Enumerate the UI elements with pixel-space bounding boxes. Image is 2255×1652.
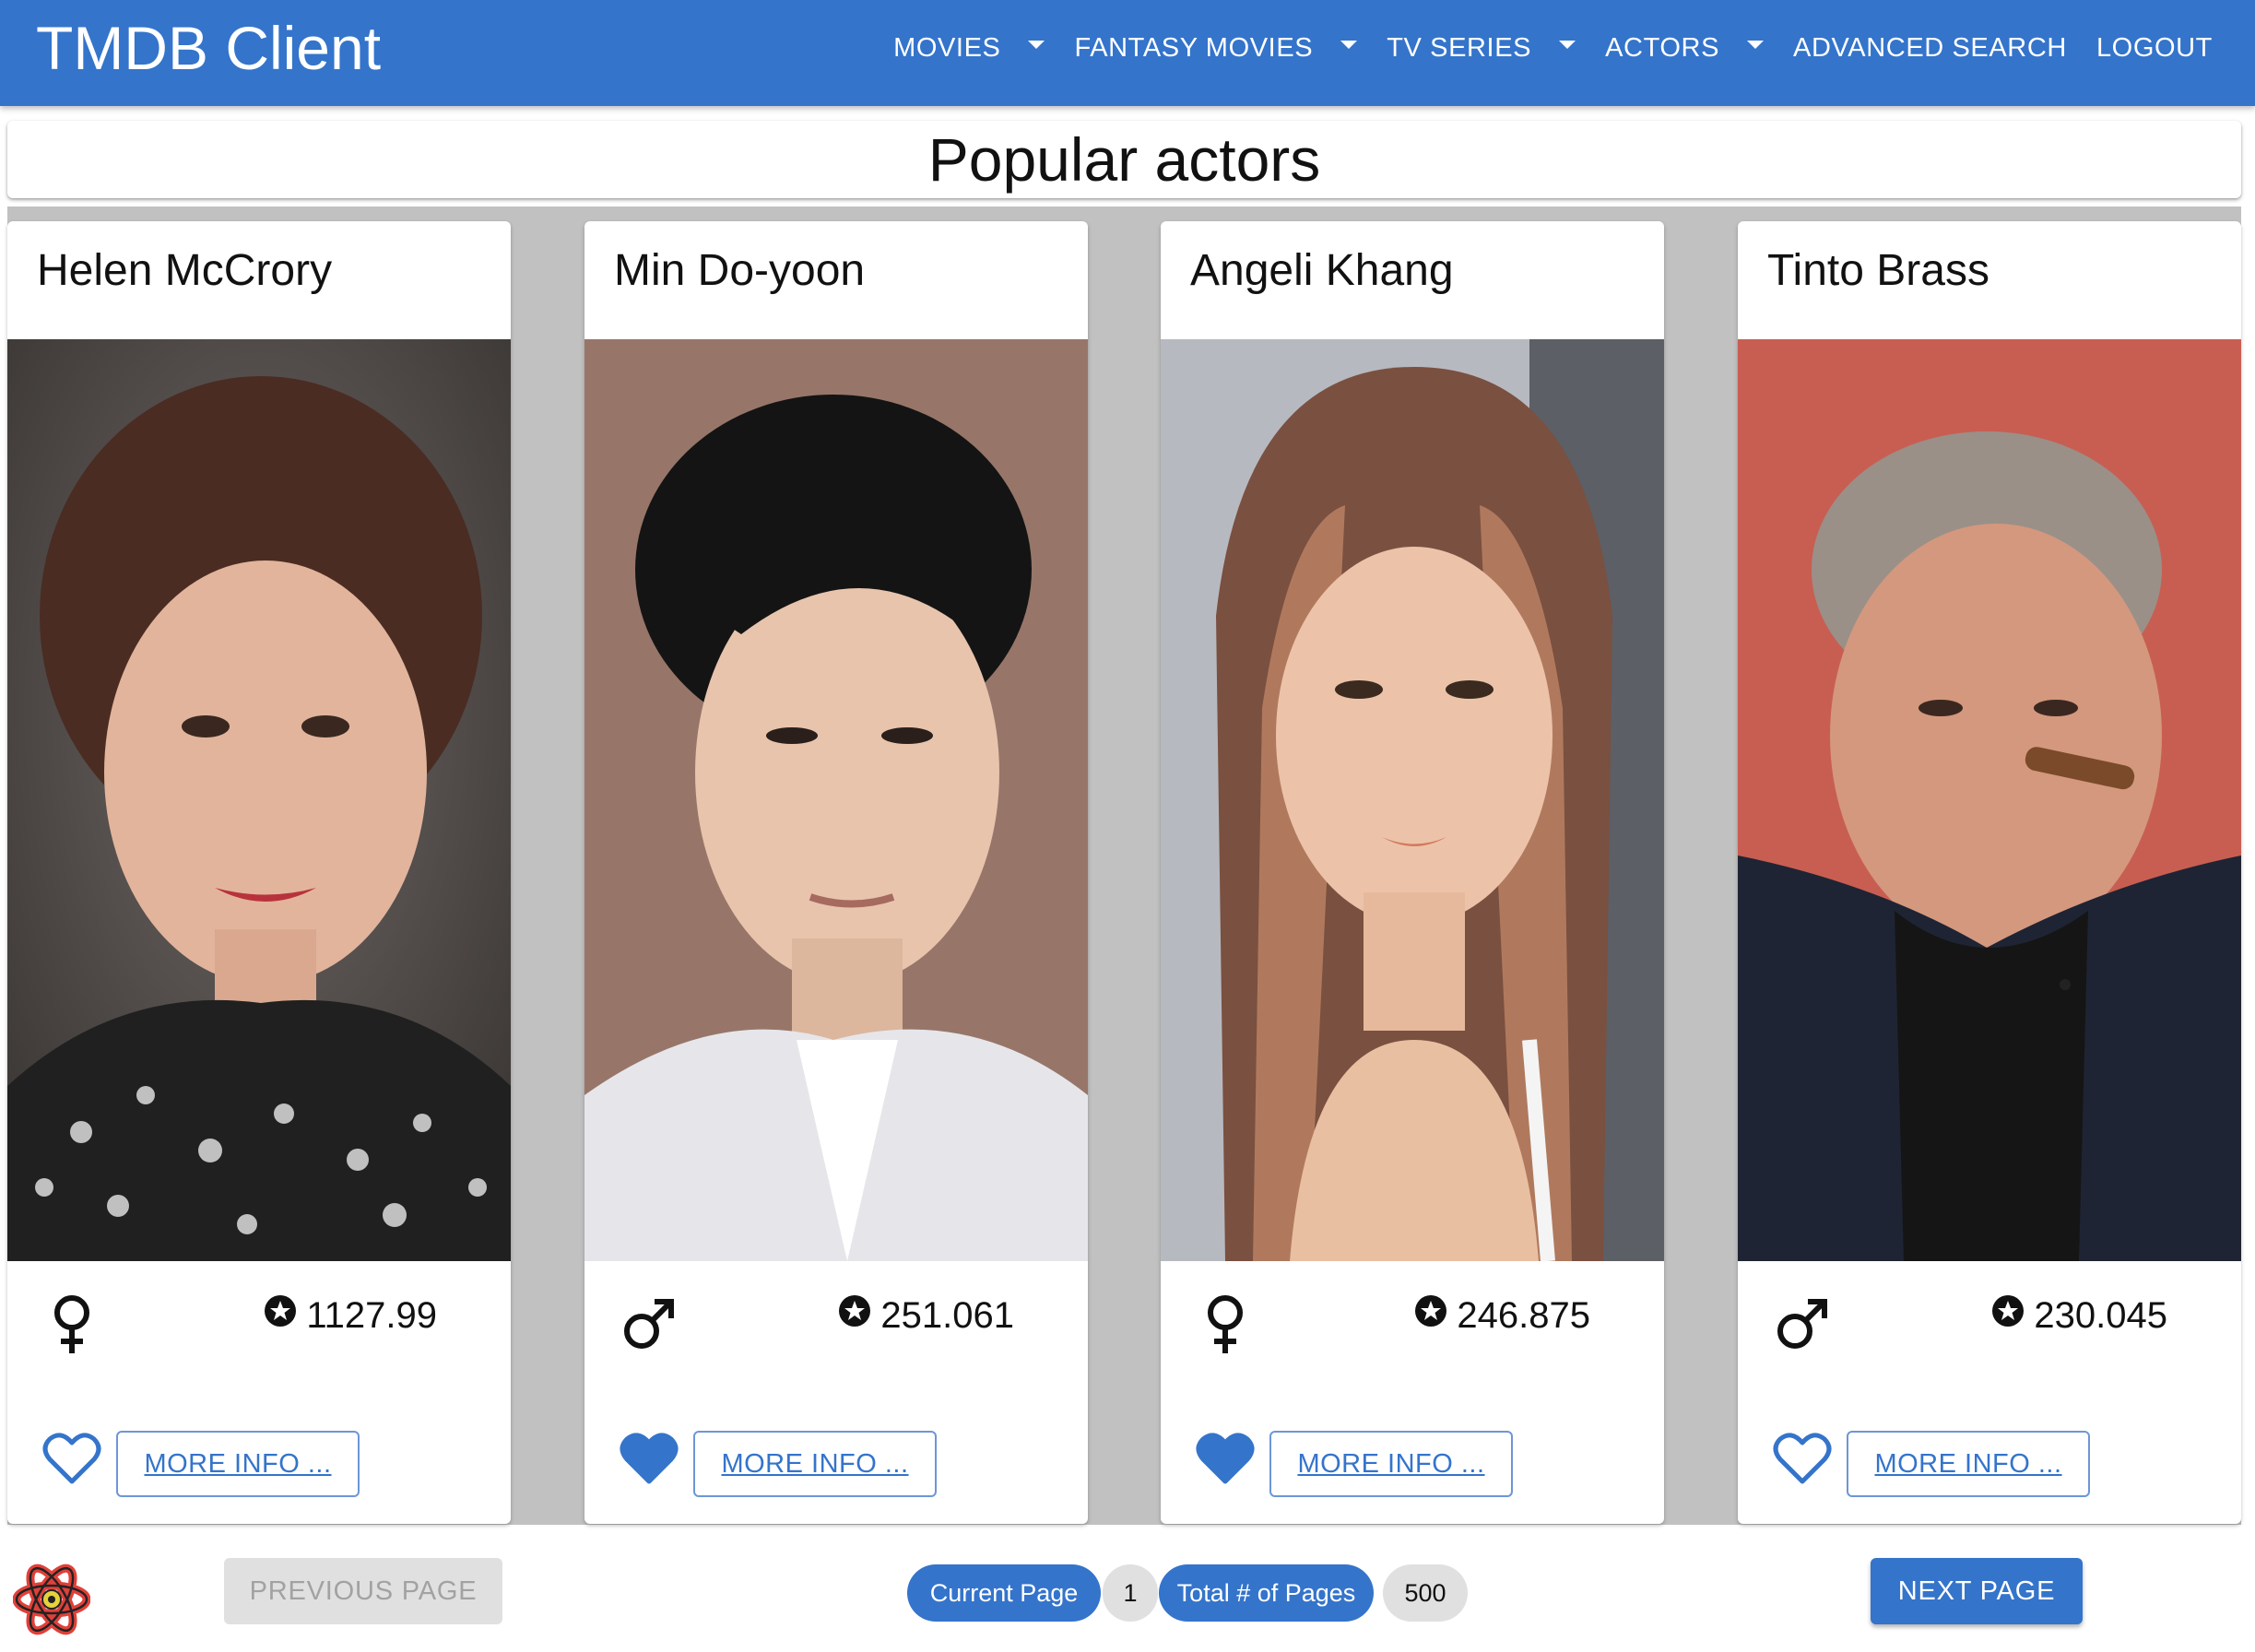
nav-tv-series[interactable]: TV Series: [1372, 33, 1590, 64]
page-header: Popular actors: [7, 121, 2241, 198]
star-circle-icon: [1992, 1294, 2025, 1327]
heart-outline-icon[interactable]: [42, 1432, 101, 1485]
app-bar: TMDB Client Movies Fantasy Movies TV Ser…: [0, 0, 2255, 106]
more-info-button[interactable]: More Info ...: [1269, 1431, 1513, 1497]
popularity-value: 1127.99: [306, 1295, 437, 1336]
actor-name: Angeli Khang: [1190, 246, 1454, 295]
current-page-value-chip: 1: [1103, 1564, 1158, 1622]
caret-down-icon: [1340, 40, 1358, 49]
nav-movies[interactable]: Movies: [879, 33, 1059, 64]
nav-movies-label: Movies: [893, 32, 1001, 63]
current-page-label-chip: Current Page: [907, 1564, 1101, 1622]
caret-down-icon: [1747, 40, 1765, 49]
actor-name: Min Do-yoon: [614, 246, 866, 295]
actor-photo: [584, 339, 1088, 1261]
actor-portrait-image: [1161, 339, 1664, 1261]
nav-fantasy-movies[interactable]: Fantasy Movies: [1059, 33, 1372, 64]
heart-filled-icon[interactable]: [620, 1432, 679, 1485]
actor-photo: [1161, 339, 1664, 1261]
nav-logout-label: Logout: [2096, 32, 2213, 63]
app-brand[interactable]: TMDB Client: [36, 13, 381, 83]
female-symbol-icon: [1208, 1295, 1243, 1353]
actor-photo: [1738, 339, 2241, 1261]
main-nav: Movies Fantasy Movies TV Series Actors A…: [879, 26, 2227, 70]
nav-fantasy-movies-label: Fantasy Movies: [1074, 32, 1314, 63]
more-info-button[interactable]: More Info ...: [693, 1431, 937, 1497]
female-symbol-icon: [54, 1295, 89, 1353]
male-symbol-icon: [1777, 1299, 1827, 1349]
nav-advanced-search-label: Advanced Search: [1793, 32, 2067, 63]
actor-card: Helen McCrory 1127.99 MORE INFO ...: [7, 221, 511, 1524]
react-logo-icon: [13, 1564, 90, 1635]
actor-portrait-image: [1738, 339, 2241, 1261]
more-info-button[interactable]: More Info ...: [116, 1431, 360, 1497]
nav-advanced-search[interactable]: Advanced Search: [1778, 33, 2082, 64]
total-pages-label-chip: Total # of Pages: [1159, 1564, 1374, 1622]
more-info-button[interactable]: More Info ...: [1847, 1431, 2090, 1497]
nav-actors[interactable]: Actors: [1590, 33, 1778, 64]
heart-outline-icon[interactable]: [1773, 1432, 1832, 1485]
caret-down-icon: [1028, 40, 1045, 49]
popularity: 251.061: [838, 1294, 1014, 1337]
popularity-value: 251.061: [880, 1295, 1014, 1336]
popularity: 246.875: [1414, 1294, 1590, 1337]
nav-actors-label: Actors: [1605, 32, 1720, 63]
male-symbol-icon: [624, 1299, 674, 1349]
star-circle-icon: [839, 1294, 871, 1327]
next-page-button[interactable]: Next Page: [1871, 1558, 2083, 1624]
popularity-value: 246.875: [1457, 1295, 1590, 1336]
caret-down-icon: [1559, 40, 1576, 49]
total-pages-value-chip: 500: [1383, 1564, 1468, 1622]
popularity: 230.045: [1991, 1294, 2167, 1337]
actor-portrait-image: [584, 339, 1088, 1261]
actor-name: Tinto Brass: [1767, 246, 1989, 295]
heart-filled-icon[interactable]: [1196, 1432, 1255, 1485]
star-circle-icon: [1415, 1294, 1447, 1327]
actor-portrait-image: [7, 339, 511, 1261]
page-title: Popular actors: [927, 125, 1321, 194]
actor-photo: [7, 339, 511, 1261]
actor-name: Helen McCrory: [37, 246, 333, 295]
nav-logout[interactable]: Logout: [2082, 33, 2227, 64]
actor-card: Tinto Brass 230.045 More Info ...: [1738, 221, 2241, 1524]
actor-card: Min Do-yoon 251.061 More Info ...: [584, 221, 1088, 1524]
popularity: 1127.99: [264, 1294, 437, 1337]
actor-card: Angeli Khang 246.875 More Info .: [1161, 221, 1664, 1524]
star-circle-icon: [265, 1294, 297, 1327]
nav-tv-series-label: TV Series: [1387, 32, 1532, 63]
popularity-value: 230.045: [2034, 1295, 2167, 1336]
previous-page-button[interactable]: Previous Page: [224, 1558, 502, 1624]
